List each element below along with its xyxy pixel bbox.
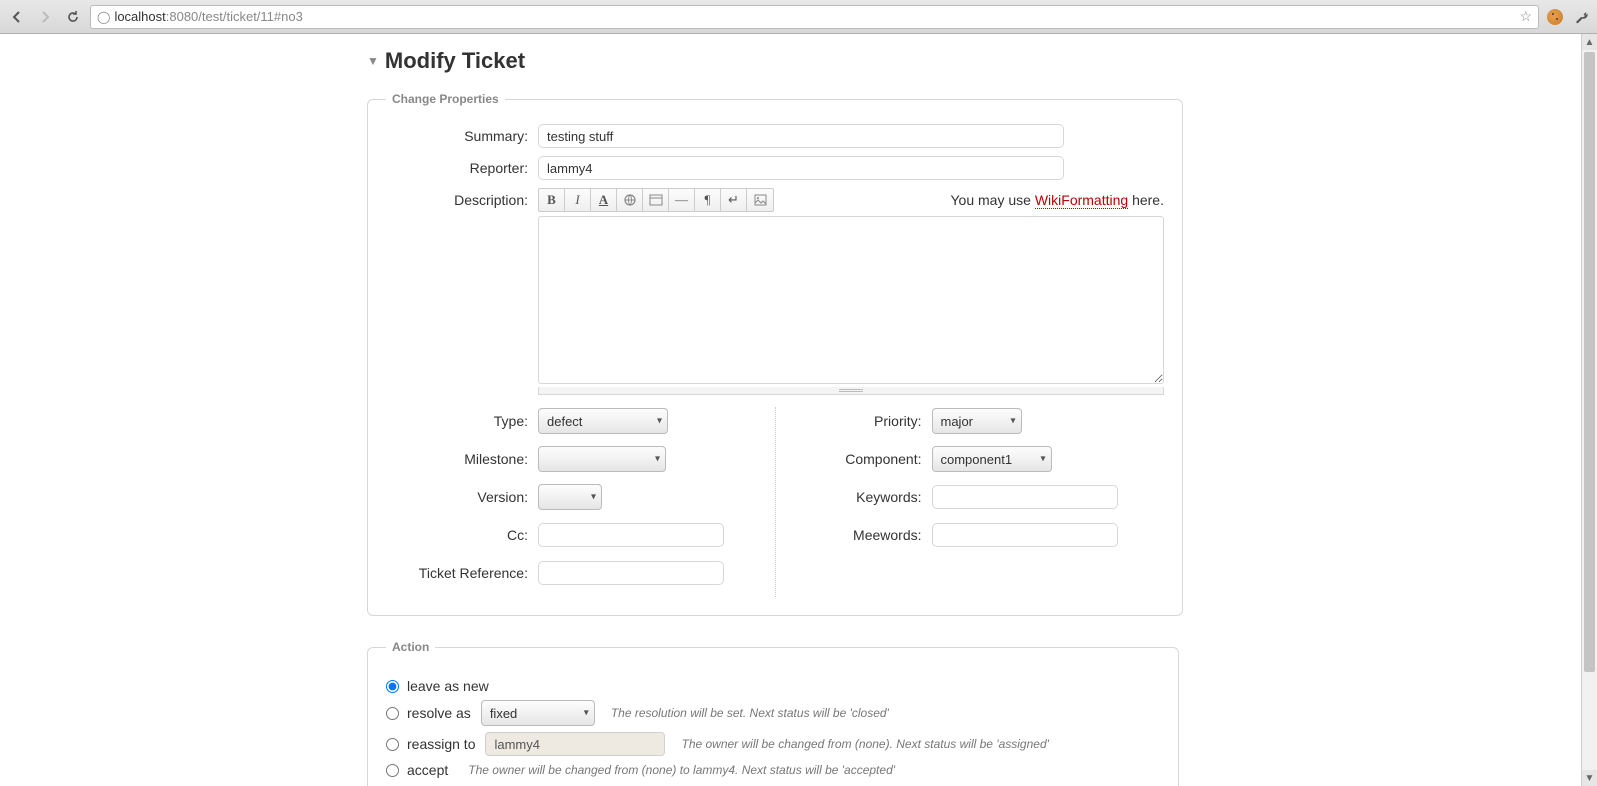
wiki-hint-suffix: here. xyxy=(1128,192,1164,208)
browser-toolbar: ◯ localhost :8080/test/ticket/11#no3 ☆ xyxy=(0,0,1597,34)
action-resolve-label: resolve as xyxy=(407,705,471,721)
action-accept-row: accept The owner will be changed from (n… xyxy=(386,762,1160,778)
main-container: ▼ Modify Ticket Change Properties Summar… xyxy=(367,34,1179,786)
np-button[interactable]: ¶ xyxy=(695,189,721,211)
cc-input[interactable] xyxy=(538,523,724,547)
wrench-menu-icon[interactable] xyxy=(1571,7,1591,27)
wiki-hint-prefix: You may use xyxy=(951,192,1035,208)
back-button[interactable] xyxy=(6,6,28,28)
resolve-resolution-select[interactable]: fixed xyxy=(481,700,595,726)
priority-label: Priority: xyxy=(788,413,932,429)
wiki-toolbar: B I A — ¶ ↵ xyxy=(538,188,774,212)
cookie-extension-icon[interactable] xyxy=(1545,7,1565,27)
hr-button[interactable]: — xyxy=(669,189,695,211)
type-select[interactable]: defect xyxy=(538,408,668,434)
wiki-hint: You may use WikiFormatting here. xyxy=(951,192,1165,208)
action-reassign-hint: The owner will be changed from (none). N… xyxy=(681,737,1048,751)
description-textarea[interactable] xyxy=(538,216,1164,384)
vertical-scrollbar[interactable]: ▲ ▼ xyxy=(1581,34,1597,786)
change-properties-fieldset: Change Properties Summary: Reporter: Des… xyxy=(367,92,1183,616)
italic-button[interactable]: I xyxy=(565,189,591,211)
summary-label: Summary: xyxy=(386,128,538,144)
keywords-label: Keywords: xyxy=(788,489,932,505)
ticket-reference-input[interactable] xyxy=(538,561,724,585)
textarea-resize-grip[interactable] xyxy=(538,387,1164,395)
action-resolve-hint: The resolution will be set. Next status … xyxy=(611,706,889,720)
component-label: Component: xyxy=(788,451,932,467)
address-bar[interactable]: ◯ localhost :8080/test/ticket/11#no3 ☆ xyxy=(90,5,1539,29)
keywords-input[interactable] xyxy=(932,485,1118,509)
change-properties-legend: Change Properties xyxy=(386,92,505,106)
milestone-select[interactable] xyxy=(538,446,666,472)
link-button[interactable] xyxy=(617,189,643,211)
page-title[interactable]: ▼ Modify Ticket xyxy=(367,48,1179,74)
collapse-triangle-icon[interactable]: ▼ xyxy=(367,54,379,68)
action-reassign-radio[interactable] xyxy=(386,738,399,751)
reporter-input[interactable] xyxy=(538,156,1064,180)
type-label: Type: xyxy=(386,413,538,429)
summary-input[interactable] xyxy=(538,124,1064,148)
scroll-up-arrow[interactable]: ▲ xyxy=(1582,34,1597,50)
action-accept-radio[interactable] xyxy=(386,764,399,777)
bold-button[interactable]: B xyxy=(539,189,565,211)
heading-button[interactable]: A xyxy=(591,189,617,211)
action-reassign-label: reassign to xyxy=(407,736,475,752)
url-host: localhost xyxy=(114,9,165,24)
reload-button[interactable] xyxy=(62,6,84,28)
meewords-input[interactable] xyxy=(932,523,1118,547)
component-select[interactable]: component1 xyxy=(932,446,1052,472)
action-leave-radio[interactable] xyxy=(386,680,399,693)
br-button[interactable]: ↵ xyxy=(721,189,747,211)
wikiformatting-link[interactable]: WikiFormatting xyxy=(1035,192,1128,209)
page-viewport: ▼ Modify Ticket Change Properties Summar… xyxy=(0,34,1581,786)
action-resolve-row: resolve as fixed The resolution will be … xyxy=(386,700,1160,726)
action-legend: Action xyxy=(386,640,435,654)
cc-label: Cc: xyxy=(386,527,538,543)
meewords-label: Meewords: xyxy=(788,527,932,543)
globe-icon: ◯ xyxy=(97,10,110,24)
priority-select[interactable]: major xyxy=(932,408,1022,434)
milestone-label: Milestone: xyxy=(386,451,538,467)
url-path: :8080/test/ticket/11#no3 xyxy=(166,9,303,24)
page-title-text: Modify Ticket xyxy=(385,48,525,74)
scroll-thumb[interactable] xyxy=(1584,52,1595,672)
reporter-label: Reporter: xyxy=(386,160,538,176)
action-accept-label: accept xyxy=(407,762,448,778)
action-reassign-row: reassign to The owner will be changed fr… xyxy=(386,732,1160,756)
action-resolve-radio[interactable] xyxy=(386,707,399,720)
code-block-button[interactable] xyxy=(643,189,669,211)
ticket-reference-label: Ticket Reference: xyxy=(386,565,538,581)
action-leave-row: leave as new xyxy=(386,678,1160,694)
version-select[interactable] xyxy=(538,484,602,510)
version-label: Version: xyxy=(386,489,538,505)
action-fieldset: Action leave as new resolve as fixed The… xyxy=(367,640,1179,786)
action-accept-hint: The owner will be changed from (none) to… xyxy=(468,763,895,777)
bookmark-star-icon[interactable]: ☆ xyxy=(1519,8,1532,25)
image-button[interactable] xyxy=(747,189,773,211)
reassign-owner-input[interactable] xyxy=(485,732,665,756)
scroll-down-arrow[interactable]: ▼ xyxy=(1582,770,1597,786)
action-leave-label: leave as new xyxy=(407,678,489,694)
forward-button[interactable] xyxy=(34,6,56,28)
description-label: Description: xyxy=(386,188,538,395)
